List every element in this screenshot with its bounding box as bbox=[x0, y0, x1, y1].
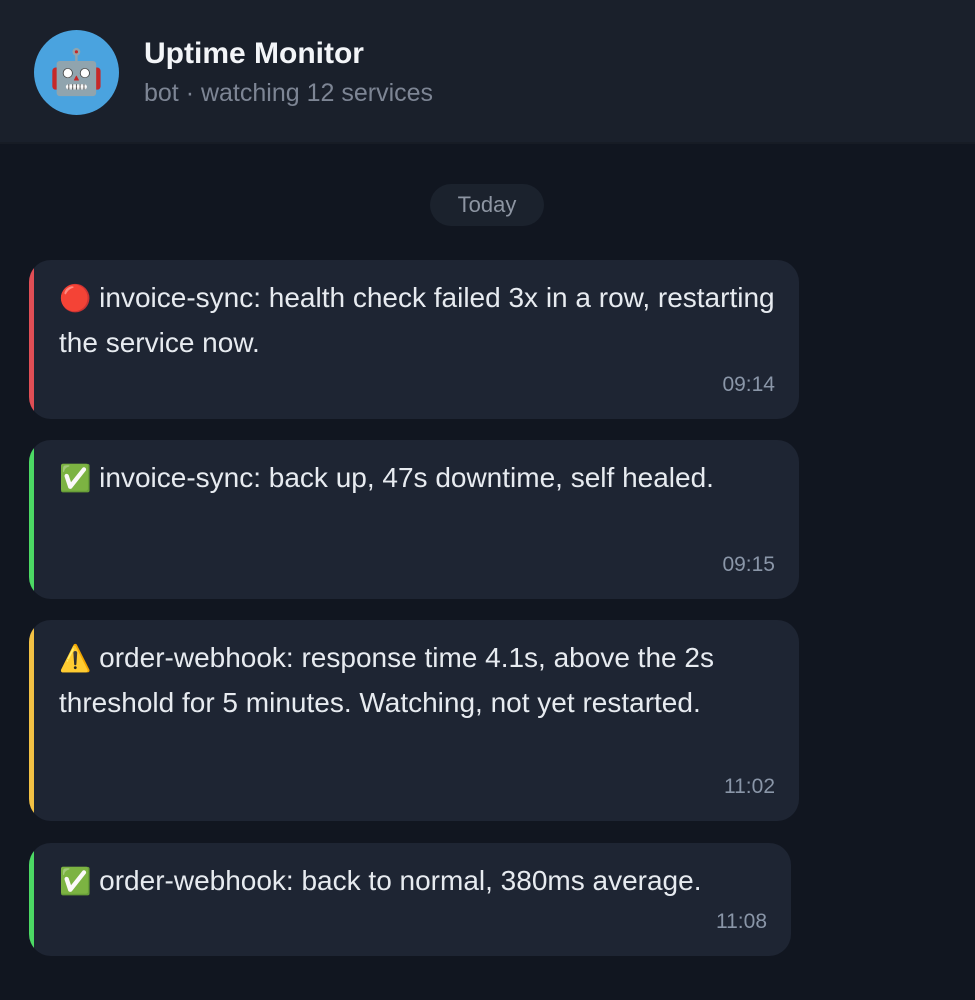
warning-icon: ⚠️ bbox=[59, 644, 92, 674]
message-text: ✅ invoice-sync: back up, 47s downtime, s… bbox=[59, 456, 775, 501]
message-bubble[interactable]: ✅ invoice-sync: back up, 47s downtime, s… bbox=[29, 440, 799, 599]
robot-icon: 🤖 bbox=[49, 46, 104, 98]
message-body: order-webhook: response time 4.1s, above… bbox=[59, 642, 714, 718]
message-timestamp: 11:08 bbox=[716, 910, 767, 933]
chat-subtitle: bot · watching 12 services bbox=[144, 79, 434, 107]
check-mark-icon: ✅ bbox=[59, 867, 92, 897]
message-body: invoice-sync: back up, 47s downtime, sel… bbox=[99, 462, 714, 493]
message-bubble[interactable]: ⚠️ order-webhook: response time 4.1s, ab… bbox=[29, 620, 799, 821]
message-text: ⚠️ order-webhook: response time 4.1s, ab… bbox=[59, 636, 775, 724]
message-body: order-webhook: back to normal, 380ms ave… bbox=[99, 865, 702, 896]
check-mark-icon: ✅ bbox=[59, 464, 92, 494]
bot-avatar[interactable]: 🤖 bbox=[34, 30, 119, 115]
red-circle-icon: 🔴 bbox=[59, 284, 92, 314]
date-divider: Today bbox=[430, 184, 544, 226]
message-body: invoice-sync: health check failed 3x in … bbox=[59, 282, 775, 358]
message-bubble[interactable]: 🔴 invoice-sync: health check failed 3x i… bbox=[29, 260, 799, 419]
message-text: 🔴 invoice-sync: health check failed 3x i… bbox=[59, 276, 775, 364]
chat-header: 🤖 Uptime Monitor bot · watching 12 servi… bbox=[0, 0, 975, 144]
message-text: ✅ order-webhook: back to normal, 380ms a… bbox=[59, 859, 767, 904]
message-bubble[interactable]: ✅ order-webhook: back to normal, 380ms a… bbox=[29, 843, 791, 956]
message-timestamp: 09:14 bbox=[722, 373, 775, 396]
message-timestamp: 09:15 bbox=[722, 553, 775, 576]
chat-title[interactable]: Uptime Monitor bbox=[144, 37, 364, 71]
message-timestamp: 11:02 bbox=[724, 775, 775, 798]
